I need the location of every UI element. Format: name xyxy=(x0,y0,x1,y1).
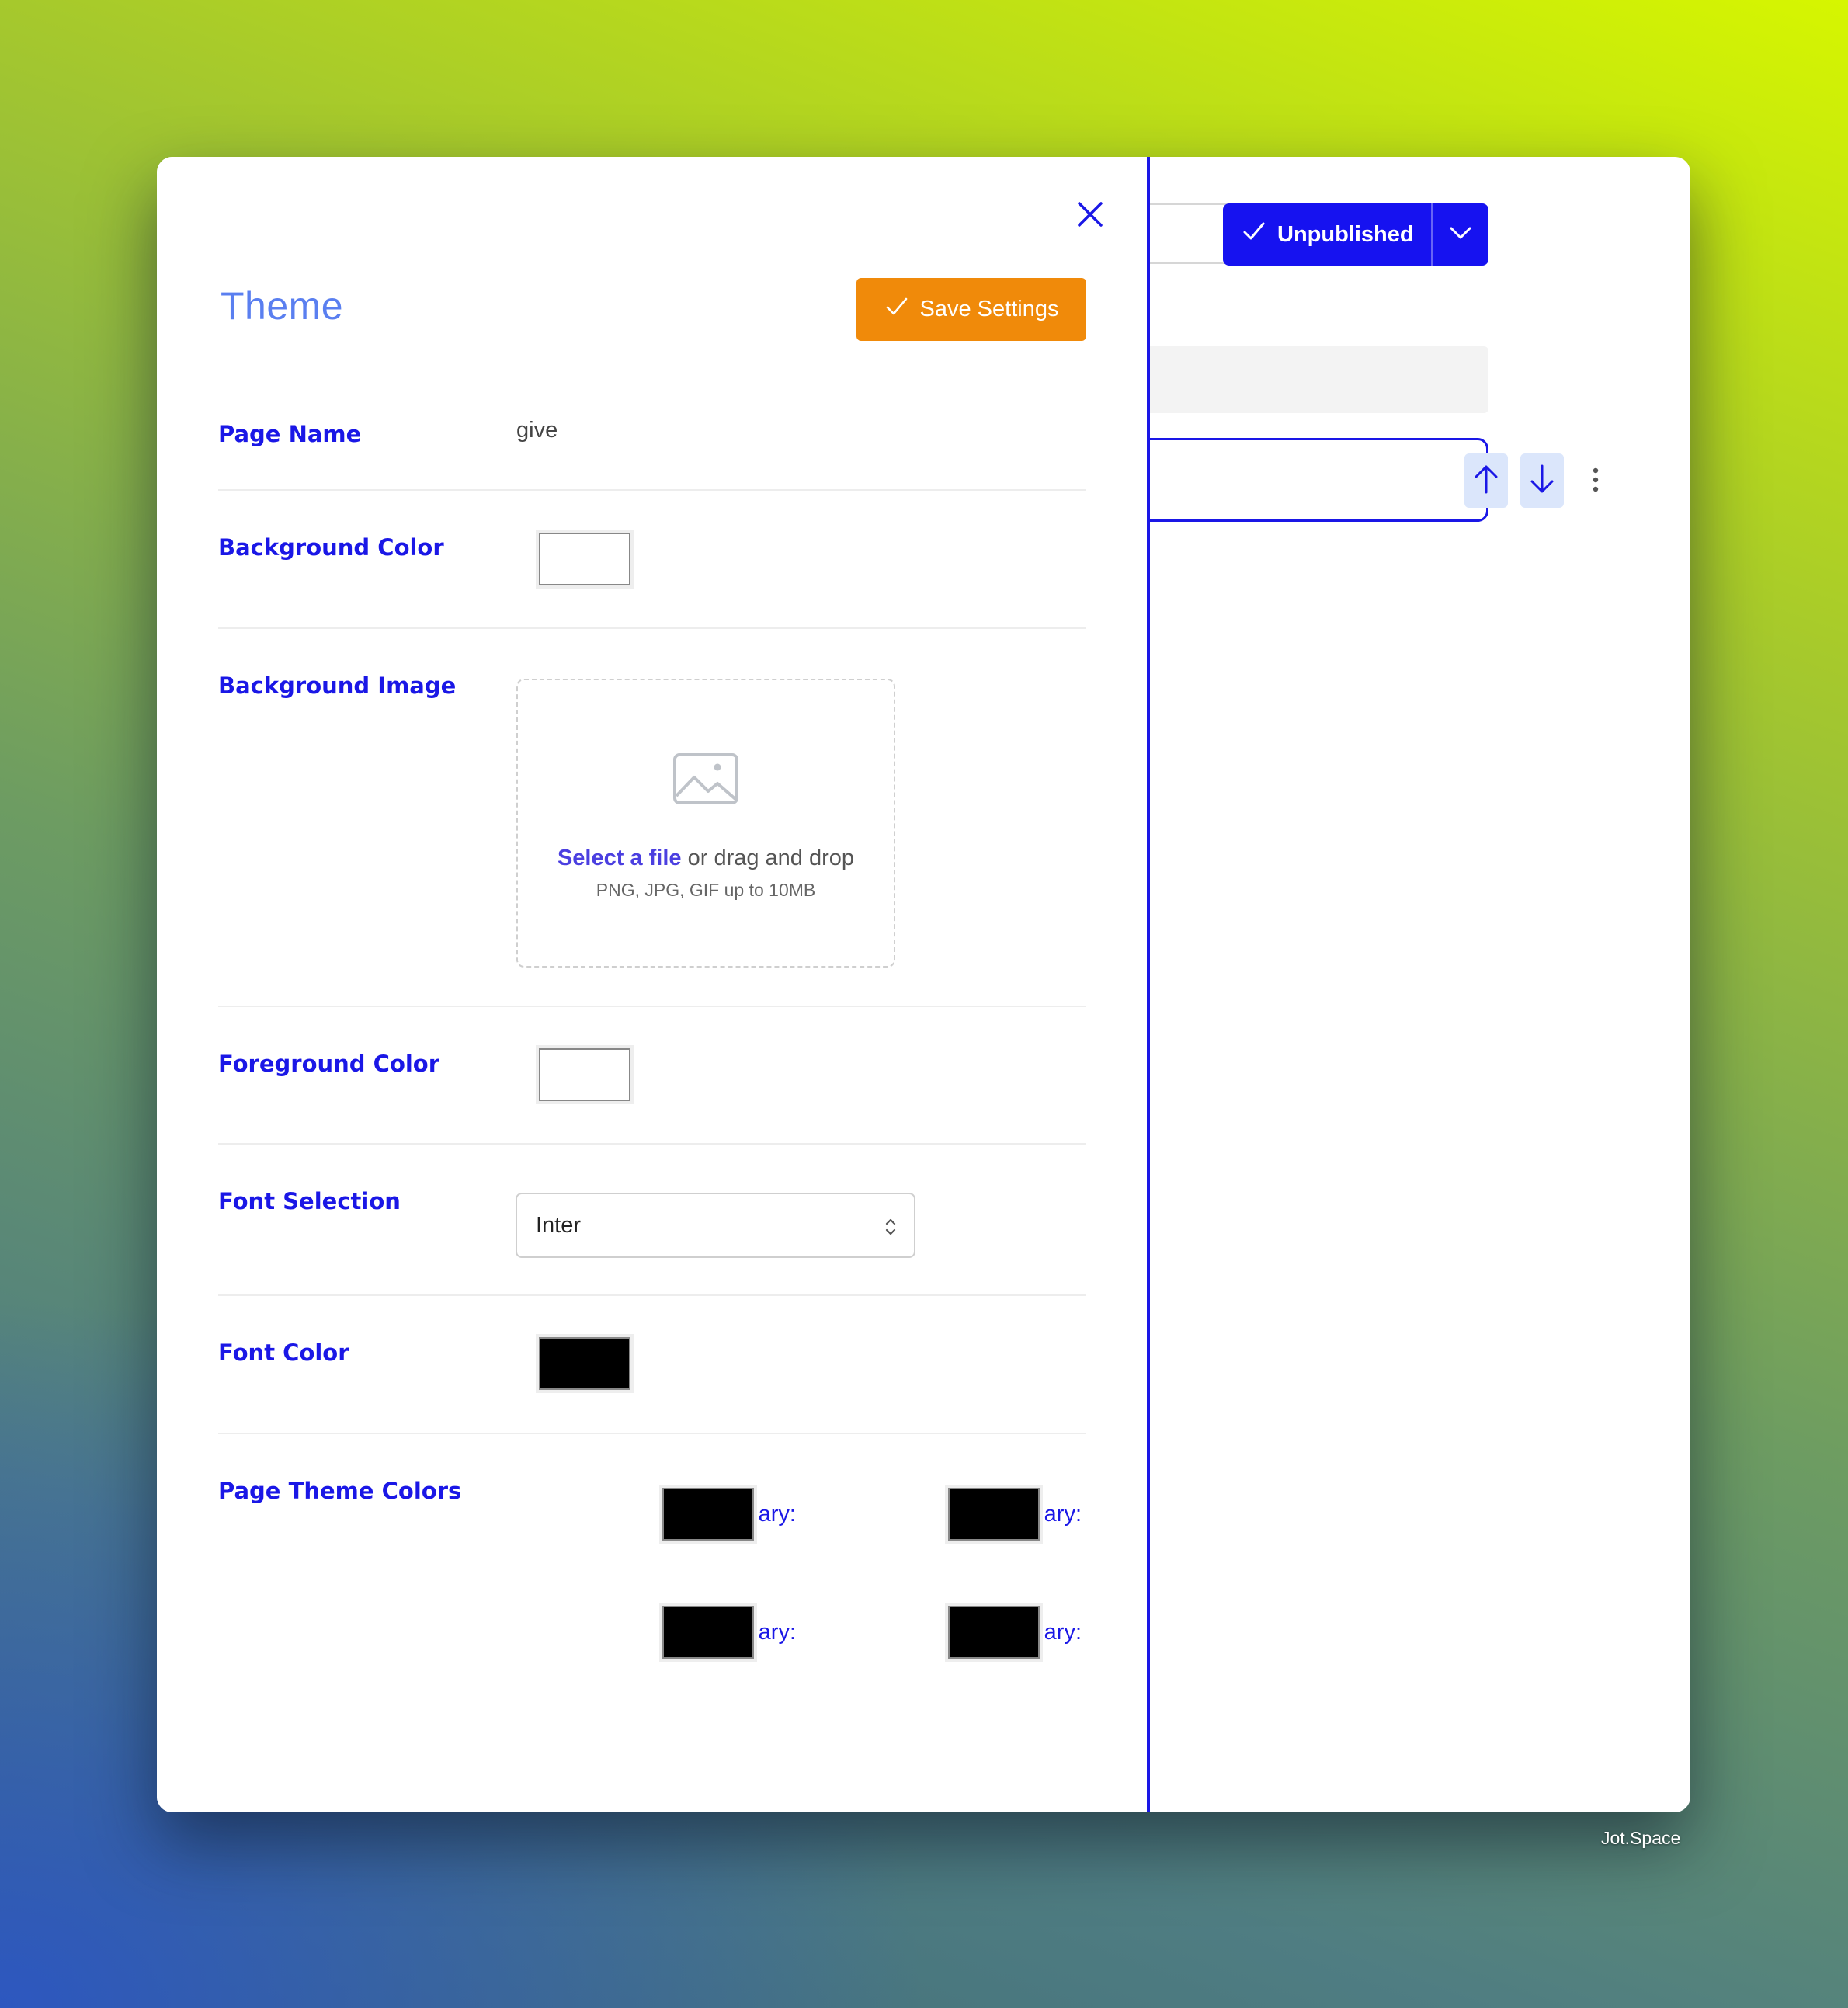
quaternary-color-picker[interactable] xyxy=(945,1603,1043,1662)
arrow-down-icon xyxy=(1529,464,1555,499)
save-settings-button[interactable]: Save Settings xyxy=(856,278,1086,341)
font-color-label: Font Color xyxy=(218,1339,349,1366)
background-color-picker[interactable] xyxy=(536,530,634,589)
upload-hint: PNG, JPG, GIF up to 10MB xyxy=(596,880,816,900)
save-settings-label: Save Settings xyxy=(919,297,1059,321)
row-divider xyxy=(218,1294,1086,1296)
panel-divider xyxy=(1147,157,1150,1812)
move-down-button[interactable] xyxy=(1520,453,1564,508)
more-options-icon[interactable] xyxy=(1592,464,1600,499)
watermark: Jot.Space xyxy=(1601,1828,1681,1848)
move-up-button[interactable] xyxy=(1464,453,1508,508)
foreground-color-swatch xyxy=(539,1048,630,1101)
foreground-color-label: Foreground Color xyxy=(218,1051,440,1077)
tertiary-color-swatch xyxy=(662,1606,754,1659)
upload-instructions: Select a file or drag and drop xyxy=(518,846,894,871)
modal-card: ings Unpublished xyxy=(157,157,1690,1812)
row-divider xyxy=(218,489,1086,491)
placeholder-bar xyxy=(1120,346,1488,413)
font-select[interactable]: Inter xyxy=(516,1193,915,1258)
secondary-color-picker[interactable] xyxy=(945,1485,1043,1544)
page-name-value[interactable]: give xyxy=(516,418,558,443)
image-icon xyxy=(672,752,739,809)
background-image-label: Background Image xyxy=(218,672,457,699)
publish-split-button[interactable]: Unpublished xyxy=(1223,203,1488,266)
background-color-label: Background Color xyxy=(218,534,444,561)
close-button[interactable] xyxy=(1073,197,1107,231)
page-theme-colors-label: Page Theme Colors xyxy=(218,1478,462,1504)
row-divider xyxy=(218,1143,1086,1145)
drag-drop-text: or drag and drop xyxy=(681,846,855,870)
font-color-swatch xyxy=(539,1337,630,1390)
secondary-color-swatch xyxy=(948,1488,1040,1541)
arrow-up-icon xyxy=(1473,464,1499,499)
row-divider xyxy=(218,627,1086,629)
quaternary-color-swatch xyxy=(948,1606,1040,1659)
tertiary-color-picker[interactable] xyxy=(659,1603,757,1662)
foreground-color-picker[interactable] xyxy=(536,1045,634,1104)
theme-settings-panel: Theme Save Settings Page Name give Backg… xyxy=(157,157,1147,1812)
select-file-link[interactable]: Select a file xyxy=(558,846,682,870)
check-icon xyxy=(1242,219,1266,250)
close-icon xyxy=(1073,202,1107,234)
publish-dropdown-toggle[interactable] xyxy=(1431,203,1488,266)
publish-button-label: Unpublished xyxy=(1277,221,1414,247)
font-select-value: Inter xyxy=(536,1212,582,1238)
primary-color-swatch xyxy=(662,1488,754,1541)
row-divider xyxy=(218,1006,1086,1007)
row-divider xyxy=(218,1433,1086,1434)
primary-color-picker[interactable] xyxy=(659,1485,757,1544)
publish-button[interactable]: Unpublished xyxy=(1223,203,1431,266)
background-color-swatch xyxy=(539,533,630,585)
font-color-picker[interactable] xyxy=(536,1334,634,1393)
check-icon xyxy=(884,294,909,325)
page-name-label: Page Name xyxy=(218,421,362,447)
chevron-up-down-icon xyxy=(884,1216,897,1244)
chevron-down-icon xyxy=(1449,225,1472,245)
font-selection-label: Font Selection xyxy=(218,1188,401,1214)
image-dropzone[interactable]: Select a file or drag and drop PNG, JPG,… xyxy=(516,679,895,968)
panel-title: Theme xyxy=(221,284,344,328)
